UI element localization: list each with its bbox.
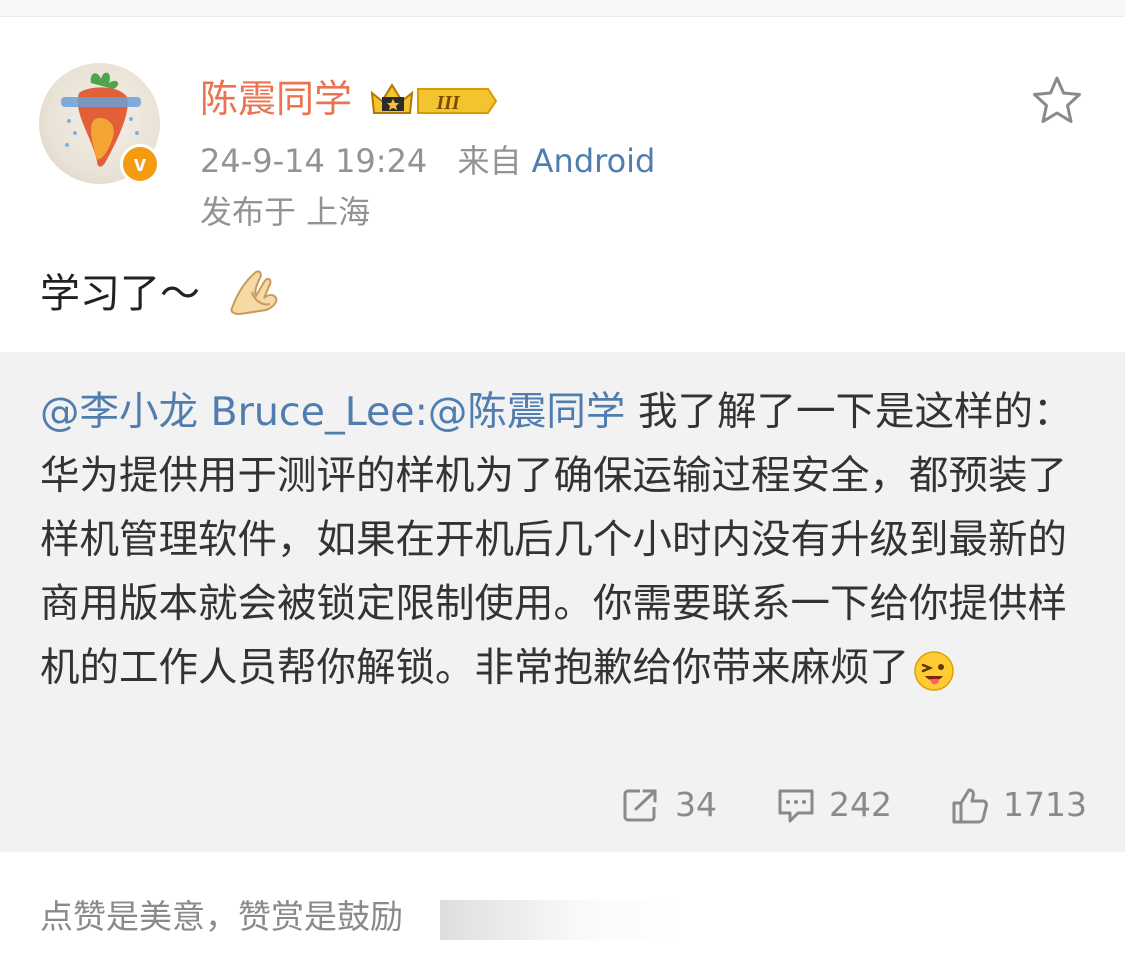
like-icon[interactable] — [950, 787, 990, 825]
star-icon[interactable] — [1030, 74, 1084, 128]
repost-count[interactable]: 34 — [675, 783, 717, 827]
top-divider — [0, 0, 1125, 17]
source-prefix: 来自 — [457, 142, 522, 180]
retweet-mentions[interactable]: @李小龙 Bruce_Lee:@陈震同学 — [40, 389, 625, 435]
repost-icon[interactable] — [622, 787, 660, 823]
post-location: 发布于 上海 — [200, 193, 371, 231]
verified-badge: v — [120, 144, 160, 184]
post-date: 24-9-14 19:24 — [200, 142, 428, 180]
comment-icon[interactable] — [776, 787, 816, 825]
post-meta: 24-9-14 19:24 来自 Android — [200, 140, 655, 182]
like-count[interactable]: 1713 — [1003, 783, 1087, 827]
blurred-reward-area — [440, 900, 680, 940]
post-source-link[interactable]: Android — [532, 142, 656, 180]
tongue-wink-emoji-icon — [914, 650, 954, 691]
username[interactable]: 陈震同学 — [200, 74, 352, 124]
reward-prompt: 点赞是美意，赞赏是鼓励 — [40, 897, 403, 936]
comment-count[interactable]: 242 — [829, 783, 892, 827]
level-badge-text: III — [435, 92, 461, 114]
retweet-text: @李小龙 Bruce_Lee:@陈震同学 我了解了一下是这样的：华为提供用于测评… — [40, 380, 1085, 700]
post-text: 学习了～ — [40, 271, 200, 317]
pray-hands-emoji-icon — [230, 270, 278, 316]
crown-icon: III — [370, 83, 498, 114]
